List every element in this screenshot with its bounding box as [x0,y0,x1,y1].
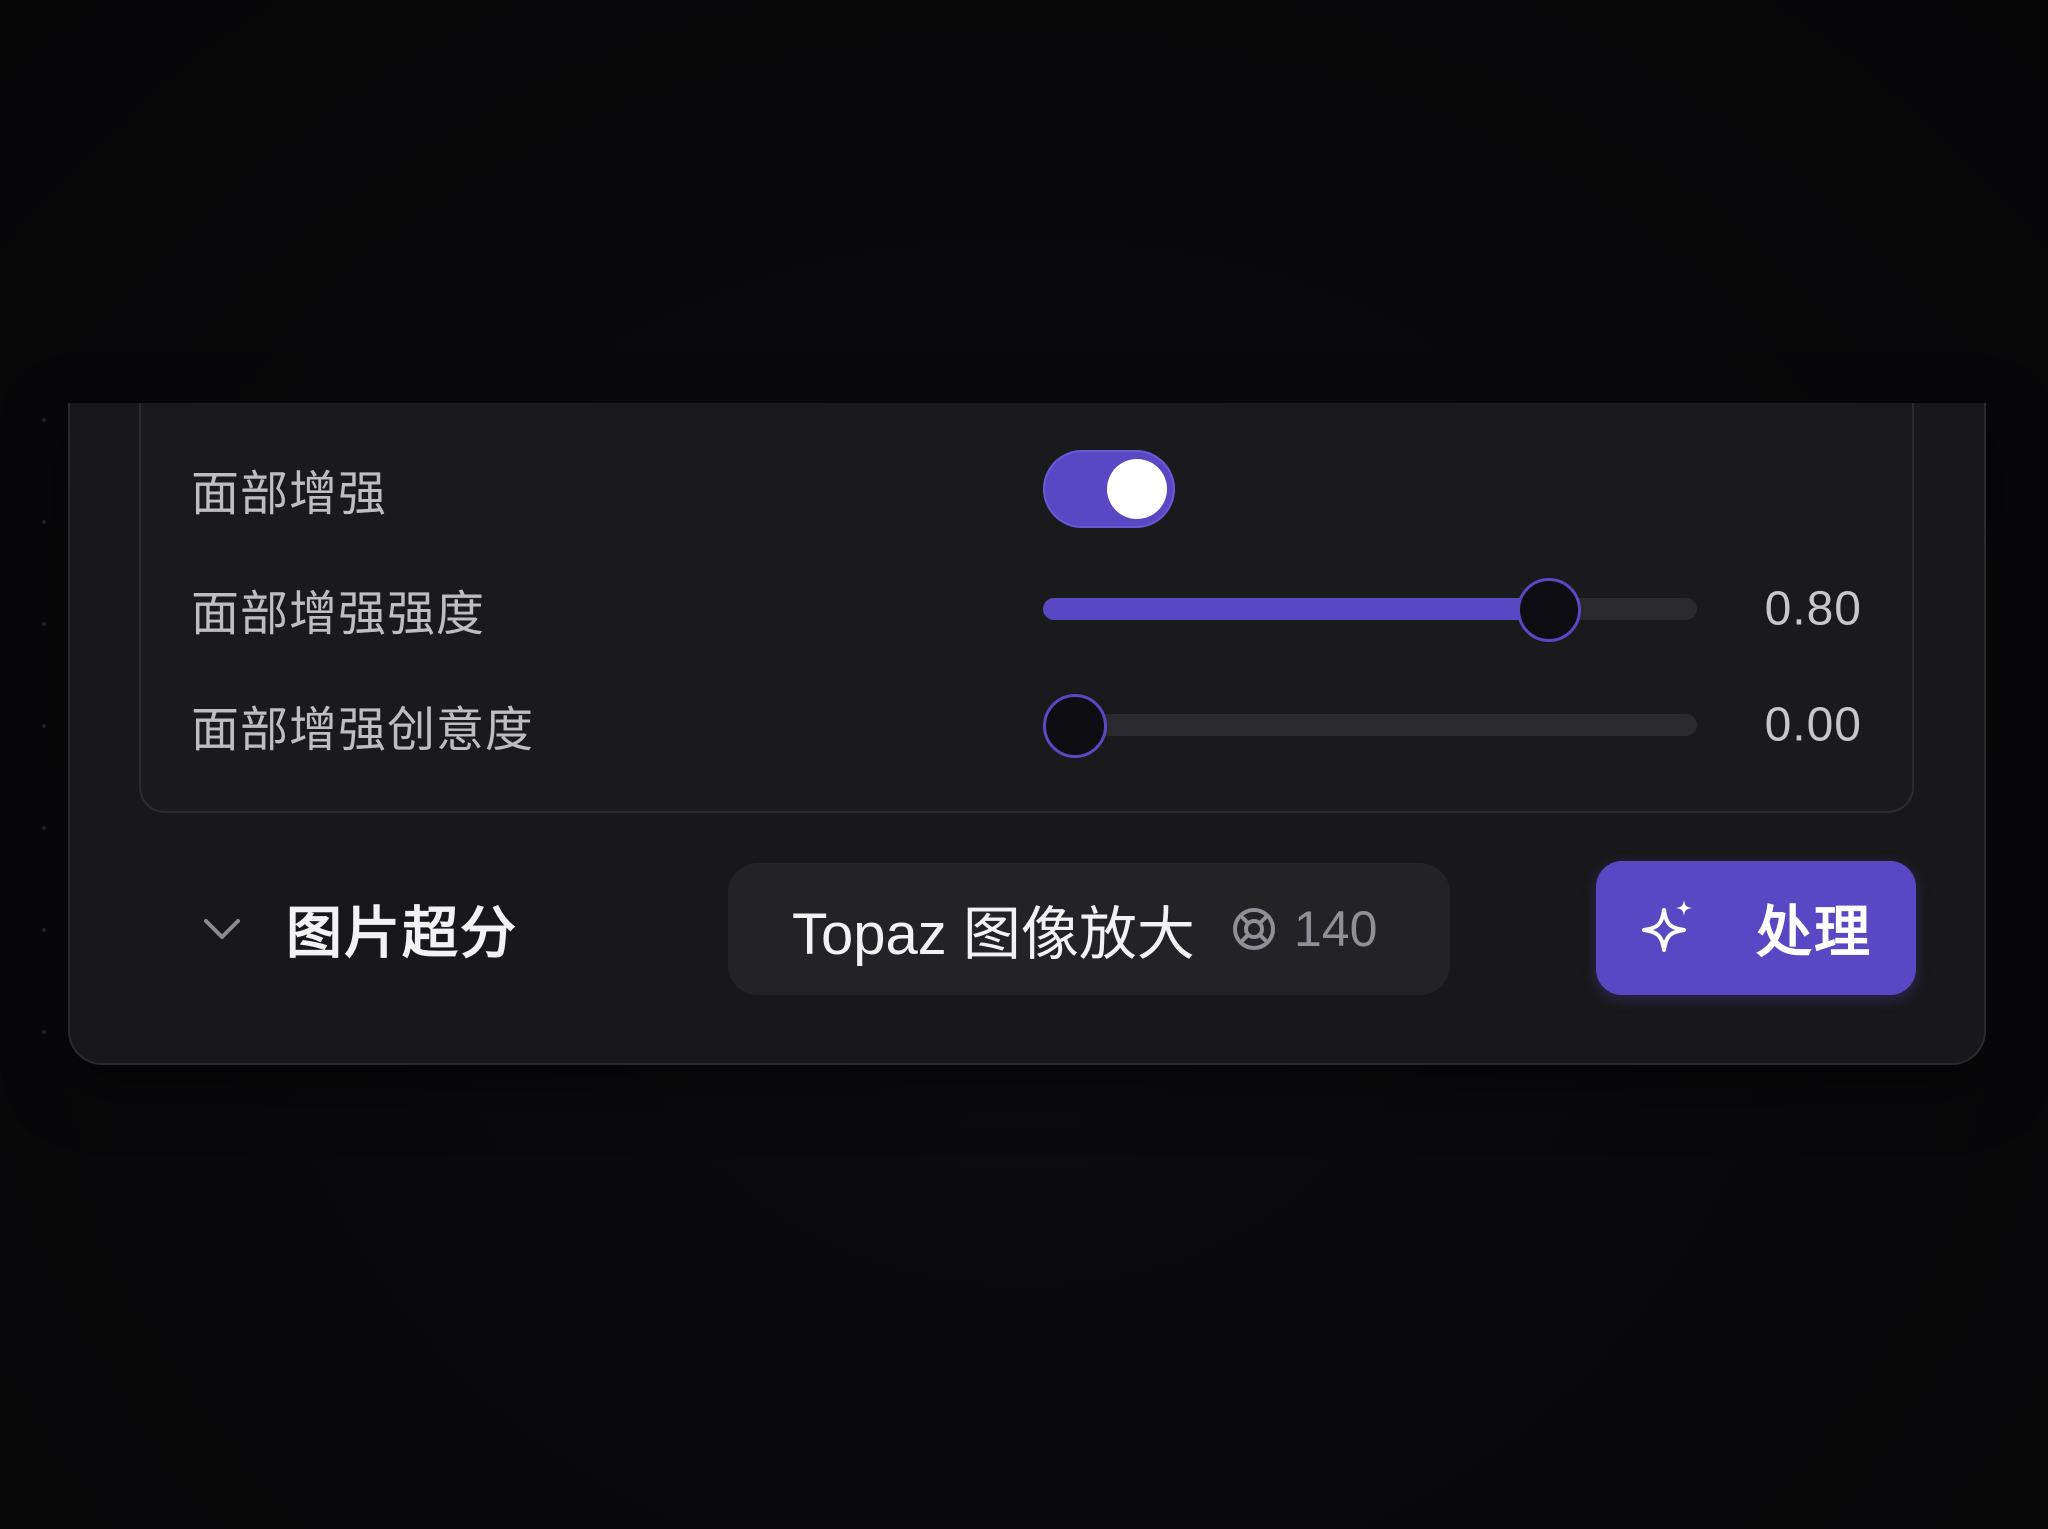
settings-panel: 面部增强 面部增强强度 0.80 面部增强创意度 0.00 图片超分 Topaz… [68,403,1986,1065]
process-button[interactable]: 处理 [1596,861,1916,995]
background-dot [42,724,46,728]
sparkle-icon [1636,896,1700,960]
credit-coin-icon [1230,905,1278,953]
model-name: Topaz 图像放大 [792,902,1195,967]
face-enhance-toggle[interactable] [1043,450,1175,528]
face-enhance-group: 面部增强 面部增强强度 0.80 面部增强创意度 0.00 [139,403,1914,813]
face-creativity-slider[interactable] [1043,692,1697,758]
face-creativity-row: 面部增强创意度 0.00 [141,685,1912,765]
model-select-button[interactable]: Topaz 图像放大 140 [728,863,1450,995]
face-enhance-row: 面部增强 [141,449,1912,529]
background-dot [42,622,46,626]
slider-thumb[interactable] [1516,578,1581,642]
face-creativity-label: 面部增强创意度 [191,702,535,758]
background-dot [42,1030,46,1034]
background-dot-column [42,418,46,1058]
background-dot [42,928,46,932]
slider-thumb[interactable] [1043,694,1107,758]
upscale-section-title[interactable]: 图片超分 [286,889,518,970]
slider-track[interactable] [1043,714,1697,736]
face-strength-label: 面部增强强度 [191,586,486,642]
background-dot [42,826,46,830]
face-strength-slider[interactable] [1043,576,1697,642]
chevron-down-icon[interactable] [196,903,248,955]
slider-fill [1043,598,1567,620]
face-creativity-value: 0.00 [1764,698,1862,752]
toggle-knob [1107,459,1167,519]
face-enhance-label: 面部增强 [191,466,388,522]
face-strength-value: 0.80 [1764,582,1862,636]
credit-cost: 140 [1294,901,1378,957]
background-dot [42,418,46,422]
background-dot [42,520,46,524]
face-strength-row: 面部增强强度 0.80 [141,569,1912,649]
process-button-label: 处理 [1756,900,1872,966]
app-background: 面部增强 面部增强强度 0.80 面部增强创意度 0.00 图片超分 Topaz… [0,0,2048,1529]
